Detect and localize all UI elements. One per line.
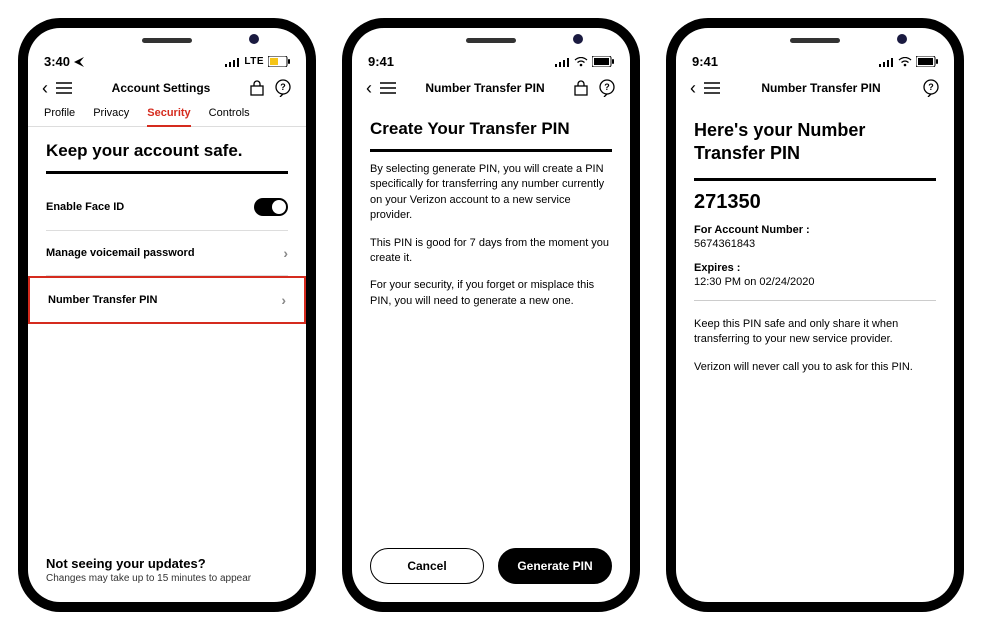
help-icon[interactable]: ? <box>598 79 616 97</box>
paragraph-3: For your security, if you forget or misp… <box>370 278 612 309</box>
battery-icon <box>268 56 290 67</box>
signal-icon <box>225 57 240 67</box>
network-label: LTE <box>244 56 264 67</box>
battery-icon <box>916 56 938 67</box>
nav-bar: ‹ Number Transfer PIN ? <box>676 71 954 105</box>
row-number-transfer-pin[interactable]: Number Transfer PIN › <box>48 278 286 322</box>
footer-title: Not seeing your updates? <box>46 556 288 571</box>
battery-icon <box>592 56 614 67</box>
status-bar: 9:41 <box>676 50 954 71</box>
account-label: For Account Number : <box>694 224 936 236</box>
row-label: Manage voicemail password <box>46 247 195 259</box>
back-icon[interactable]: ‹ <box>366 79 372 97</box>
paragraph-2: This PIN is good for 7 days from the mom… <box>370 236 612 267</box>
signal-icon <box>555 57 570 67</box>
tabs: Profile Privacy Security Controls <box>28 105 306 127</box>
screen-3: 9:41 ‹ Number Transfer PIN <box>676 28 954 602</box>
divider <box>46 171 288 174</box>
section-heading: Here's your Number Transfer PIN <box>694 119 936 164</box>
generate-pin-button[interactable]: Generate PIN <box>498 548 612 584</box>
tab-privacy[interactable]: Privacy <box>93 107 129 126</box>
back-icon[interactable]: ‹ <box>690 79 696 97</box>
row-face-id[interactable]: Enable Face ID <box>46 184 288 231</box>
divider <box>694 178 936 181</box>
phone-frame-3: 9:41 ‹ Number Transfer PIN <box>668 20 962 610</box>
content: Here's your Number Transfer PIN 271350 F… <box>676 105 954 602</box>
highlight-box: Number Transfer PIN › <box>28 276 306 324</box>
menu-icon[interactable] <box>704 82 720 94</box>
page-title: Number Transfer PIN <box>728 81 914 95</box>
svg-text:?: ? <box>928 82 934 92</box>
transfer-pin: 271350 <box>694 191 936 214</box>
wifi-icon <box>898 57 912 67</box>
tab-security[interactable]: Security <box>147 107 190 127</box>
status-bar: 9:41 <box>352 50 630 71</box>
toggle-face-id[interactable] <box>254 198 288 216</box>
cancel-button[interactable]: Cancel <box>370 548 484 584</box>
note-2: Verizon will never call you to ask for t… <box>694 360 936 375</box>
section-heading: Keep your account safe. <box>46 141 288 161</box>
help-icon[interactable]: ? <box>922 79 940 97</box>
signal-icon <box>879 57 894 67</box>
row-voicemail[interactable]: Manage voicemail password › <box>46 231 288 276</box>
status-bar: 3:40 LTE <box>28 50 306 71</box>
divider <box>370 149 612 152</box>
svg-text:?: ? <box>604 82 610 92</box>
row-label: Enable Face ID <box>46 201 124 213</box>
tab-controls[interactable]: Controls <box>209 107 250 126</box>
section-heading: Create Your Transfer PIN <box>370 119 612 139</box>
thin-divider <box>694 300 936 301</box>
status-time: 9:41 <box>368 54 394 69</box>
content: Create Your Transfer PIN By selecting ge… <box>352 105 630 602</box>
footer-note: Not seeing your updates? Changes may tak… <box>46 556 288 584</box>
expires-value: 12:30 PM on 02/24/2020 <box>694 276 936 288</box>
note-1: Keep this PIN safe and only share it whe… <box>694 317 936 348</box>
page-title: Account Settings <box>80 81 242 95</box>
phone-frame-2: 9:41 ‹ Number Transfer PIN <box>344 20 638 610</box>
lock-icon[interactable] <box>250 80 264 96</box>
screen-2: 9:41 ‹ Number Transfer PIN <box>352 28 630 602</box>
chevron-right-icon: › <box>283 245 288 261</box>
nav-bar: ‹ Account Settings ? <box>28 71 306 105</box>
expires-label: Expires : <box>694 262 936 274</box>
page-title: Number Transfer PIN <box>404 81 566 95</box>
paragraph-1: By selecting generate PIN, you will crea… <box>370 162 612 224</box>
chevron-right-icon: › <box>281 292 286 308</box>
menu-icon[interactable] <box>380 82 396 94</box>
lock-icon[interactable] <box>574 80 588 96</box>
screen-1: 3:40 LTE ‹ Account Settings <box>28 28 306 602</box>
button-row: Cancel Generate PIN <box>370 548 612 584</box>
content: Keep your account safe. Enable Face ID M… <box>28 127 306 602</box>
menu-icon[interactable] <box>56 82 72 94</box>
row-label: Number Transfer PIN <box>48 294 157 306</box>
status-time: 3:40 <box>44 54 70 69</box>
phone-frame-1: 3:40 LTE ‹ Account Settings <box>20 20 314 610</box>
footer-subtitle: Changes may take up to 15 minutes to app… <box>46 573 288 584</box>
back-icon[interactable]: ‹ <box>42 79 48 97</box>
help-icon[interactable]: ? <box>274 79 292 97</box>
tab-profile[interactable]: Profile <box>44 107 75 126</box>
svg-text:?: ? <box>280 82 286 92</box>
location-icon <box>74 57 84 67</box>
account-value: 5674361843 <box>694 238 936 250</box>
nav-bar: ‹ Number Transfer PIN ? <box>352 71 630 105</box>
status-time: 9:41 <box>692 54 718 69</box>
wifi-icon <box>574 57 588 67</box>
